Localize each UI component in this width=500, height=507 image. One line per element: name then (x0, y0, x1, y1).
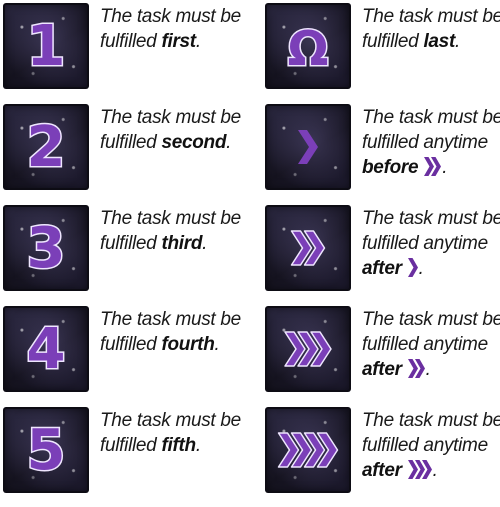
description-line: The task must be (362, 107, 500, 128)
description-line: The task must be (100, 107, 241, 128)
order-keyword: last (423, 31, 455, 52)
chevron-mark (298, 130, 318, 164)
number-5-icon: 5 (3, 407, 89, 493)
order-keyword: third (161, 233, 203, 254)
legend-item: The task must be fulfilled anytime after . (265, 306, 500, 406)
task-description: The task must be fulfilled fourth. (100, 307, 250, 357)
tile-symbol: 3 (27, 216, 66, 281)
task-description: The task must be fulfilled third. (100, 206, 250, 256)
description-line: fulfilled anytime (362, 334, 488, 355)
legend-item: Ω The task must be fulfilled last. (265, 3, 500, 103)
legend-item: The task must be fulfilled anytime after . (265, 407, 500, 507)
order-keyword: first (161, 31, 196, 52)
legend-item: 2 The task must be fulfilled second. (3, 104, 253, 204)
order-keyword: second (161, 132, 227, 153)
order-keyword: fourth (161, 334, 215, 355)
order-keyword: after (362, 460, 402, 481)
punctuation: . (432, 460, 438, 481)
task-description: The task must be fulfilled second. (100, 105, 250, 155)
legend-item: The task must be fulfilled anytime before … (265, 104, 500, 204)
chevron-2-icon (265, 205, 351, 291)
chevron-4-icon (265, 407, 351, 493)
task-description: The task must be fulfilled last. (362, 4, 500, 54)
chevron-mark (407, 359, 418, 378)
description-line: The task must be (362, 208, 500, 229)
punctuation: . (195, 435, 201, 456)
legend-item: The task must be fulfilled anytime after . (265, 205, 500, 305)
punctuation: . (442, 157, 448, 178)
punctuation: . (425, 359, 431, 380)
order-keyword: fifth (161, 435, 196, 456)
omega-icon: Ω (265, 3, 351, 89)
punctuation: . (226, 132, 232, 153)
description-line: fulfilled (362, 31, 419, 52)
punctuation: . (202, 233, 208, 254)
inline-chevron-icon (407, 258, 418, 277)
order-keyword: after (362, 359, 402, 380)
legend-item: 1 The task must be fulfilled first. (3, 3, 253, 103)
task-description: The task must be fulfilled anytime before … (362, 105, 500, 180)
inline-chevron-icon (407, 359, 425, 378)
chevron-mark (407, 258, 418, 277)
description-line: fulfilled (100, 31, 157, 52)
description-line: The task must be (100, 410, 241, 431)
description-line: The task must be (362, 410, 500, 431)
number-2-icon: 2 (3, 104, 89, 190)
legend-item: 5 The task must be fulfilled fifth. (3, 407, 253, 507)
description-line: The task must be (362, 309, 500, 330)
task-description: The task must be fulfilled anytime after . (362, 307, 500, 382)
task-description: The task must be fulfilled anytime after . (362, 408, 500, 483)
description-line: The task must be (100, 6, 241, 27)
description-line: The task must be (100, 309, 241, 330)
inline-chevron-icon (407, 460, 432, 479)
description-line: fulfilled (100, 132, 157, 153)
order-keyword: after (362, 258, 402, 279)
punctuation: . (195, 31, 201, 52)
chevron-3-icon (265, 306, 351, 392)
punctuation: . (418, 258, 424, 279)
description-line: fulfilled anytime (362, 435, 488, 456)
punctuation: . (454, 31, 460, 52)
number-4-icon: 4 (3, 306, 89, 392)
description-line: fulfilled anytime (362, 233, 488, 254)
number-1-icon: 1 (3, 3, 89, 89)
description-line: The task must be (100, 208, 241, 229)
chevron-mark (407, 460, 418, 479)
tile-symbol: 5 (27, 418, 66, 483)
order-keyword: before (362, 157, 419, 178)
task-description: The task must be fulfilled first. (100, 4, 250, 54)
description-line: fulfilled (100, 435, 157, 456)
punctuation: . (214, 334, 220, 355)
tile-symbol: 4 (27, 317, 66, 382)
chevron-1-icon (265, 104, 351, 190)
tile-symbol: 1 (27, 14, 66, 79)
description-line: fulfilled anytime (362, 132, 488, 153)
description-line: fulfilled (100, 233, 157, 254)
number-3-icon: 3 (3, 205, 89, 291)
tile-symbol: Ω (288, 21, 329, 77)
chevron-mark (424, 157, 435, 176)
task-token-legend: 1 The task must be fulfilled first. Ω The ta… (0, 0, 500, 501)
legend-item: 4 The task must be fulfilled fourth. (3, 306, 253, 406)
legend-item: 3 The task must be fulfilled third. (3, 205, 253, 305)
description-line: The task must be (362, 6, 500, 27)
description-line: fulfilled (100, 334, 157, 355)
inline-chevron-icon (424, 157, 442, 176)
tile-symbol: 2 (27, 115, 66, 180)
task-description: The task must be fulfilled fifth. (100, 408, 250, 458)
task-description: The task must be fulfilled anytime after . (362, 206, 500, 281)
